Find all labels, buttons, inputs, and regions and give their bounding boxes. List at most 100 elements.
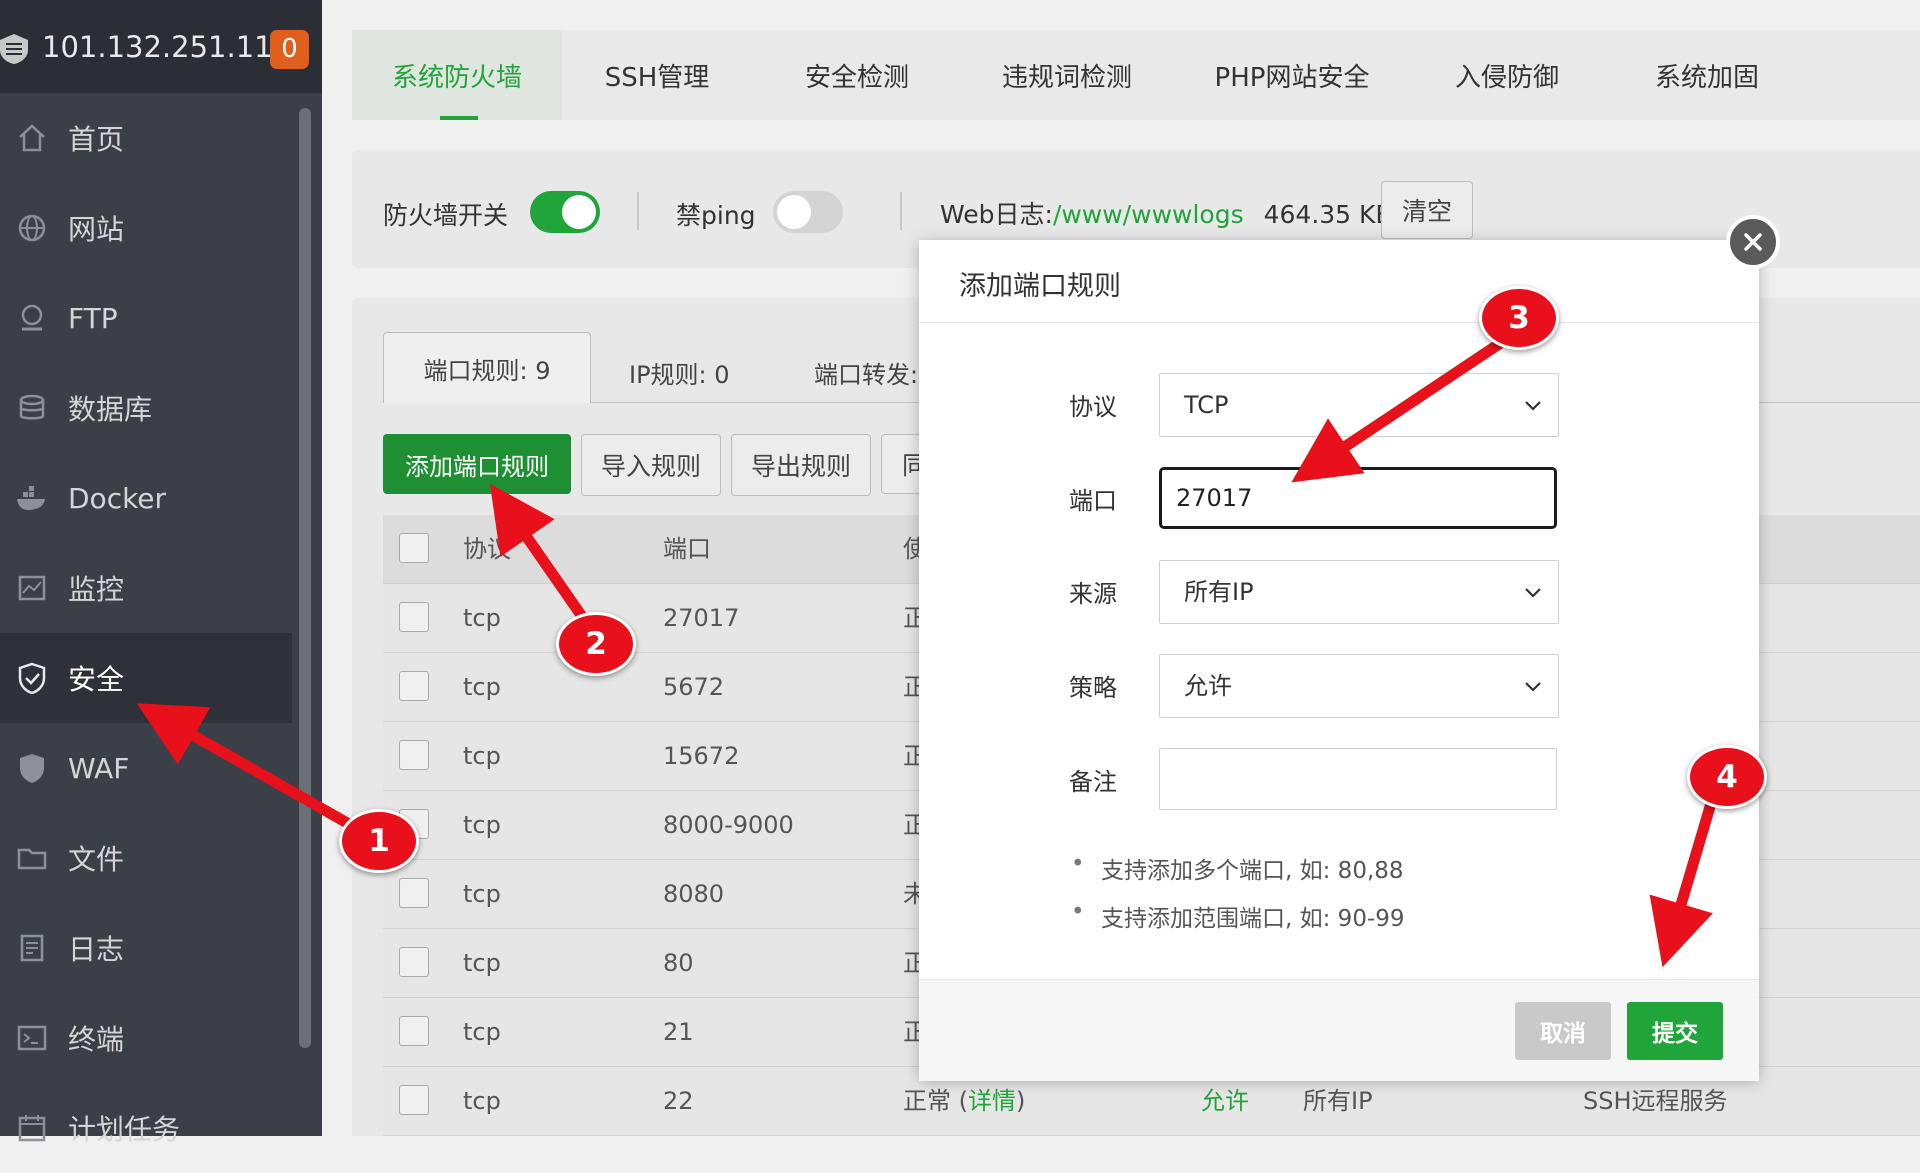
log-icon [16, 932, 48, 964]
row-protocol: tcp [463, 604, 501, 632]
tab-ip-rules[interactable]: IP规则: 0 [629, 355, 730, 390]
server-shield-icon [0, 34, 28, 64]
row-checkbox[interactable] [399, 602, 429, 632]
sidebar-item-terminal[interactable]: 终端 [0, 993, 292, 1083]
export-rules-button[interactable]: 导出规则 [731, 434, 871, 496]
sidebar-item-label: 安全 [68, 663, 125, 696]
header-protocol: 协议 [463, 535, 511, 563]
port-input[interactable]: 27017 [1159, 467, 1557, 529]
sidebar-item-cron[interactable]: 计划任务 [0, 1083, 292, 1173]
status-text: 正常 ( [903, 1087, 968, 1115]
weblog-label: Web日志: [940, 200, 1053, 229]
globe-icon [16, 212, 48, 244]
server-header: 101.132.251.114 0 [0, 0, 322, 93]
row-checkbox[interactable] [399, 671, 429, 701]
row-port: 5672 [663, 673, 725, 701]
weblog-size: 464.35 KB [1263, 200, 1393, 229]
ping-label: 禁ping [676, 201, 756, 230]
protocol-label: 协议 [1069, 393, 1117, 421]
chevron-down-icon [1525, 401, 1541, 411]
row-checkbox[interactable] [399, 878, 429, 908]
dialog-header: 添加端口规则 [919, 240, 1759, 323]
row-checkbox[interactable] [399, 1016, 429, 1046]
clear-logs-button[interactable]: 清空 [1381, 181, 1473, 239]
sidebar-item-website[interactable]: 网站 [0, 183, 292, 273]
calendar-icon [16, 1112, 48, 1144]
row-checkbox[interactable] [399, 740, 429, 770]
row-port: 22 [663, 1087, 694, 1115]
source-select[interactable]: 所有IP [1159, 560, 1559, 624]
sidebar-item-label: 监控 [68, 573, 125, 606]
tab-port-forward[interactable]: 端口转发: [814, 355, 918, 390]
toggle-knob [562, 195, 596, 229]
port-value: 27017 [1176, 484, 1253, 512]
sidebar-item-ftp[interactable]: FTP [0, 273, 292, 363]
home-icon [16, 122, 48, 154]
cancel-button[interactable]: 取消 [1515, 1002, 1611, 1060]
tab-security-scan[interactable]: 安全检测 [752, 30, 962, 120]
dialog-footer: 取消 提交 [919, 979, 1759, 1081]
waf-shield-icon [16, 752, 48, 784]
tab-php-site-security[interactable]: PHP网站安全 [1172, 30, 1412, 120]
tab-intrusion-defense[interactable]: 入侵防御 [1412, 30, 1602, 120]
port-label: 端口 [1069, 487, 1117, 515]
row-port: 21 [663, 1018, 694, 1046]
docker-icon [16, 482, 48, 514]
detail-link[interactable]: 详情 [968, 1087, 1016, 1115]
tab-forbidden-words[interactable]: 违规词检测 [962, 30, 1172, 120]
firewall-toggle[interactable] [530, 191, 600, 233]
toggle-knob [777, 195, 811, 229]
step-marker-2: 2 [556, 612, 636, 676]
sidebar-item-label: 网站 [68, 213, 125, 246]
sidebar-item-label: 首页 [68, 123, 125, 156]
row-port: 80 [663, 949, 694, 977]
sidebar-item-label: 数据库 [68, 393, 153, 426]
status-text-end: ) [1016, 1087, 1026, 1115]
database-icon [16, 392, 48, 424]
sidebar-item-docker[interactable]: Docker [0, 453, 292, 543]
notification-badge[interactable]: 0 [270, 30, 309, 69]
row-checkbox[interactable] [399, 947, 429, 977]
sidebar-item-logs[interactable]: 日志 [0, 903, 292, 993]
sidebar-item-home[interactable]: 首页 [0, 93, 292, 183]
monitor-icon [16, 572, 48, 604]
import-rules-button[interactable]: 导入规则 [581, 434, 721, 496]
sidebar-item-security[interactable]: 安全 [0, 633, 292, 723]
policy-select[interactable]: 允许 [1159, 654, 1559, 718]
note-label: 备注 [1069, 768, 1117, 796]
row-checkbox[interactable] [399, 1085, 429, 1115]
weblog-path-link[interactable]: /www/wwwlogs [1053, 200, 1244, 229]
ping-toggle[interactable] [773, 191, 843, 233]
row-port: 8080 [663, 880, 725, 908]
sidebar-scrollbar[interactable] [299, 108, 311, 1048]
dialog-title: 添加端口规则 [959, 271, 1121, 302]
row-protocol: tcp [463, 1018, 501, 1046]
tab-ssh-management[interactable]: SSH管理 [562, 30, 752, 120]
row-port: 15672 [663, 742, 740, 770]
row-protocol: tcp [463, 673, 501, 701]
sidebar-item-waf[interactable]: WAF [0, 723, 292, 813]
tab-port-rules[interactable]: 端口规则: 9 [383, 332, 591, 403]
shield-icon [16, 662, 48, 694]
hint-port-range: 支持添加范围端口, 如: 90-99 [1071, 899, 1404, 933]
row-port: 27017 [663, 604, 740, 632]
submit-button[interactable]: 提交 [1627, 1002, 1723, 1060]
sidebar-item-monitor[interactable]: 监控 [0, 543, 292, 633]
sidebar-item-label: 终端 [68, 1023, 125, 1056]
sidebar-item-label: WAF [68, 751, 130, 785]
divider [637, 192, 639, 230]
close-icon [1744, 233, 1762, 251]
dialog-close-button[interactable] [1726, 215, 1780, 269]
source-label: 来源 [1069, 580, 1117, 608]
add-port-rule-button[interactable]: 添加端口规则 [383, 434, 571, 494]
server-ip: 101.132.251.114 [42, 30, 292, 64]
select-all-checkbox[interactable] [399, 533, 429, 563]
tab-system-firewall[interactable]: 系统防火墙 [352, 30, 562, 120]
note-input[interactable] [1159, 748, 1557, 810]
protocol-select[interactable]: TCP [1159, 373, 1559, 437]
sidebar-item-database[interactable]: 数据库 [0, 363, 292, 453]
tab-system-hardening[interactable]: 系统加固 [1602, 30, 1812, 120]
sidebar-item-label: Docker [68, 481, 167, 515]
sidebar-item-files[interactable]: 文件 [0, 813, 292, 903]
ftp-icon [16, 302, 48, 334]
